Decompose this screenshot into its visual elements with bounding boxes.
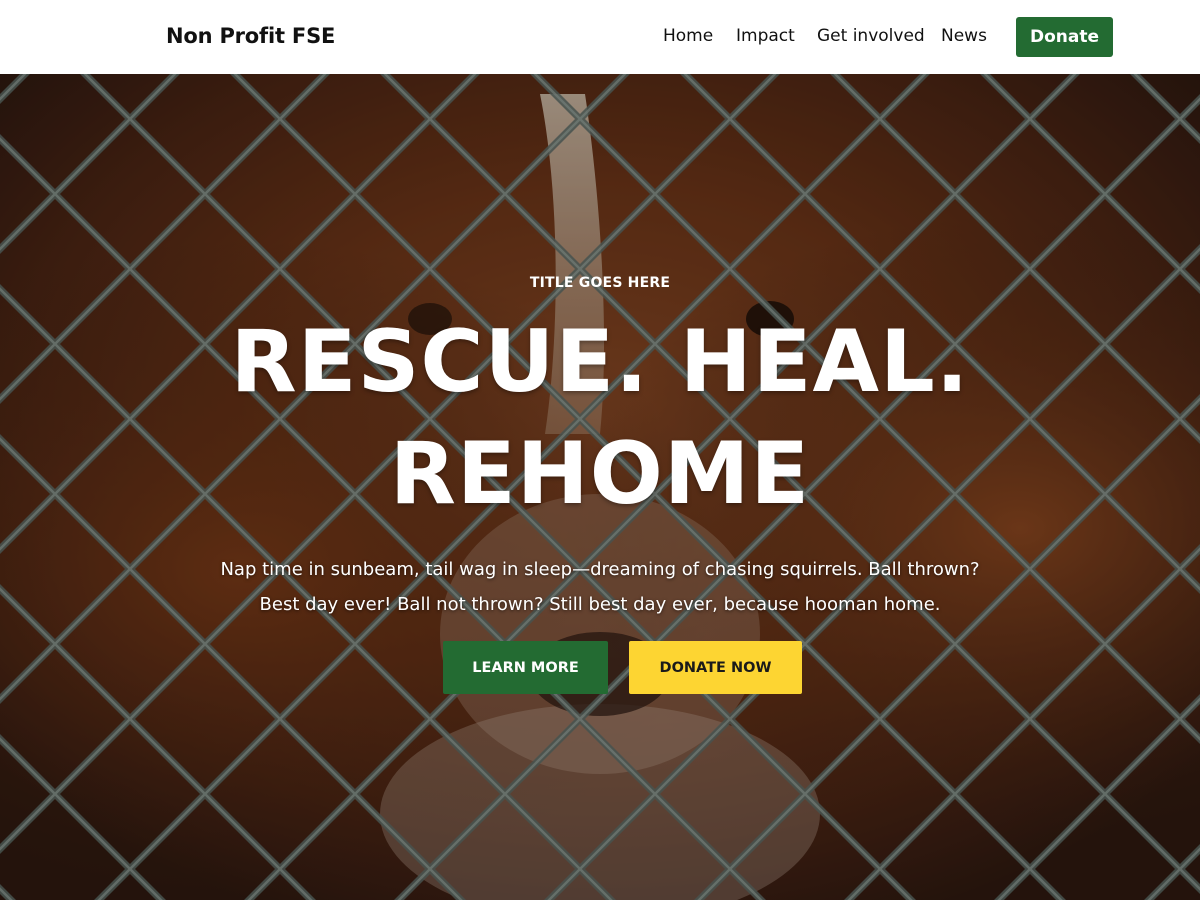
hero-lead-text: Nap time in sunbeam, tail wag in sleep—d… [220,559,980,615]
donate-button[interactable]: Donate [1016,17,1113,57]
site-header: Non Profit FSE Home Impact Get involved … [0,0,1200,74]
hero-eyebrow: TITLE GOES HERE [529,275,671,291]
hero-headline-line-2: REHOME [389,424,811,524]
site-title[interactable]: Non Profit FSE [166,24,335,48]
hero-section: TITLE GOES HERE RESCUE. HEAL. REHOME Nap… [0,74,1200,900]
nav-item-impact[interactable]: Impact [736,26,795,46]
hero-content: TITLE GOES HERE RESCUE. HEAL. REHOME Nap… [0,74,1200,900]
hero-headline: RESCUE. HEAL. REHOME [0,306,1200,530]
nav-item-get-involved[interactable]: Get involved [817,26,925,46]
hero-headline-line-1: RESCUE. HEAL. [230,312,970,412]
nav-item-news[interactable]: News [941,26,987,46]
nav-item-home[interactable]: Home [663,26,713,46]
learn-more-button[interactable]: LEARN MORE [443,641,608,694]
donate-now-button[interactable]: DONATE NOW [629,641,802,694]
